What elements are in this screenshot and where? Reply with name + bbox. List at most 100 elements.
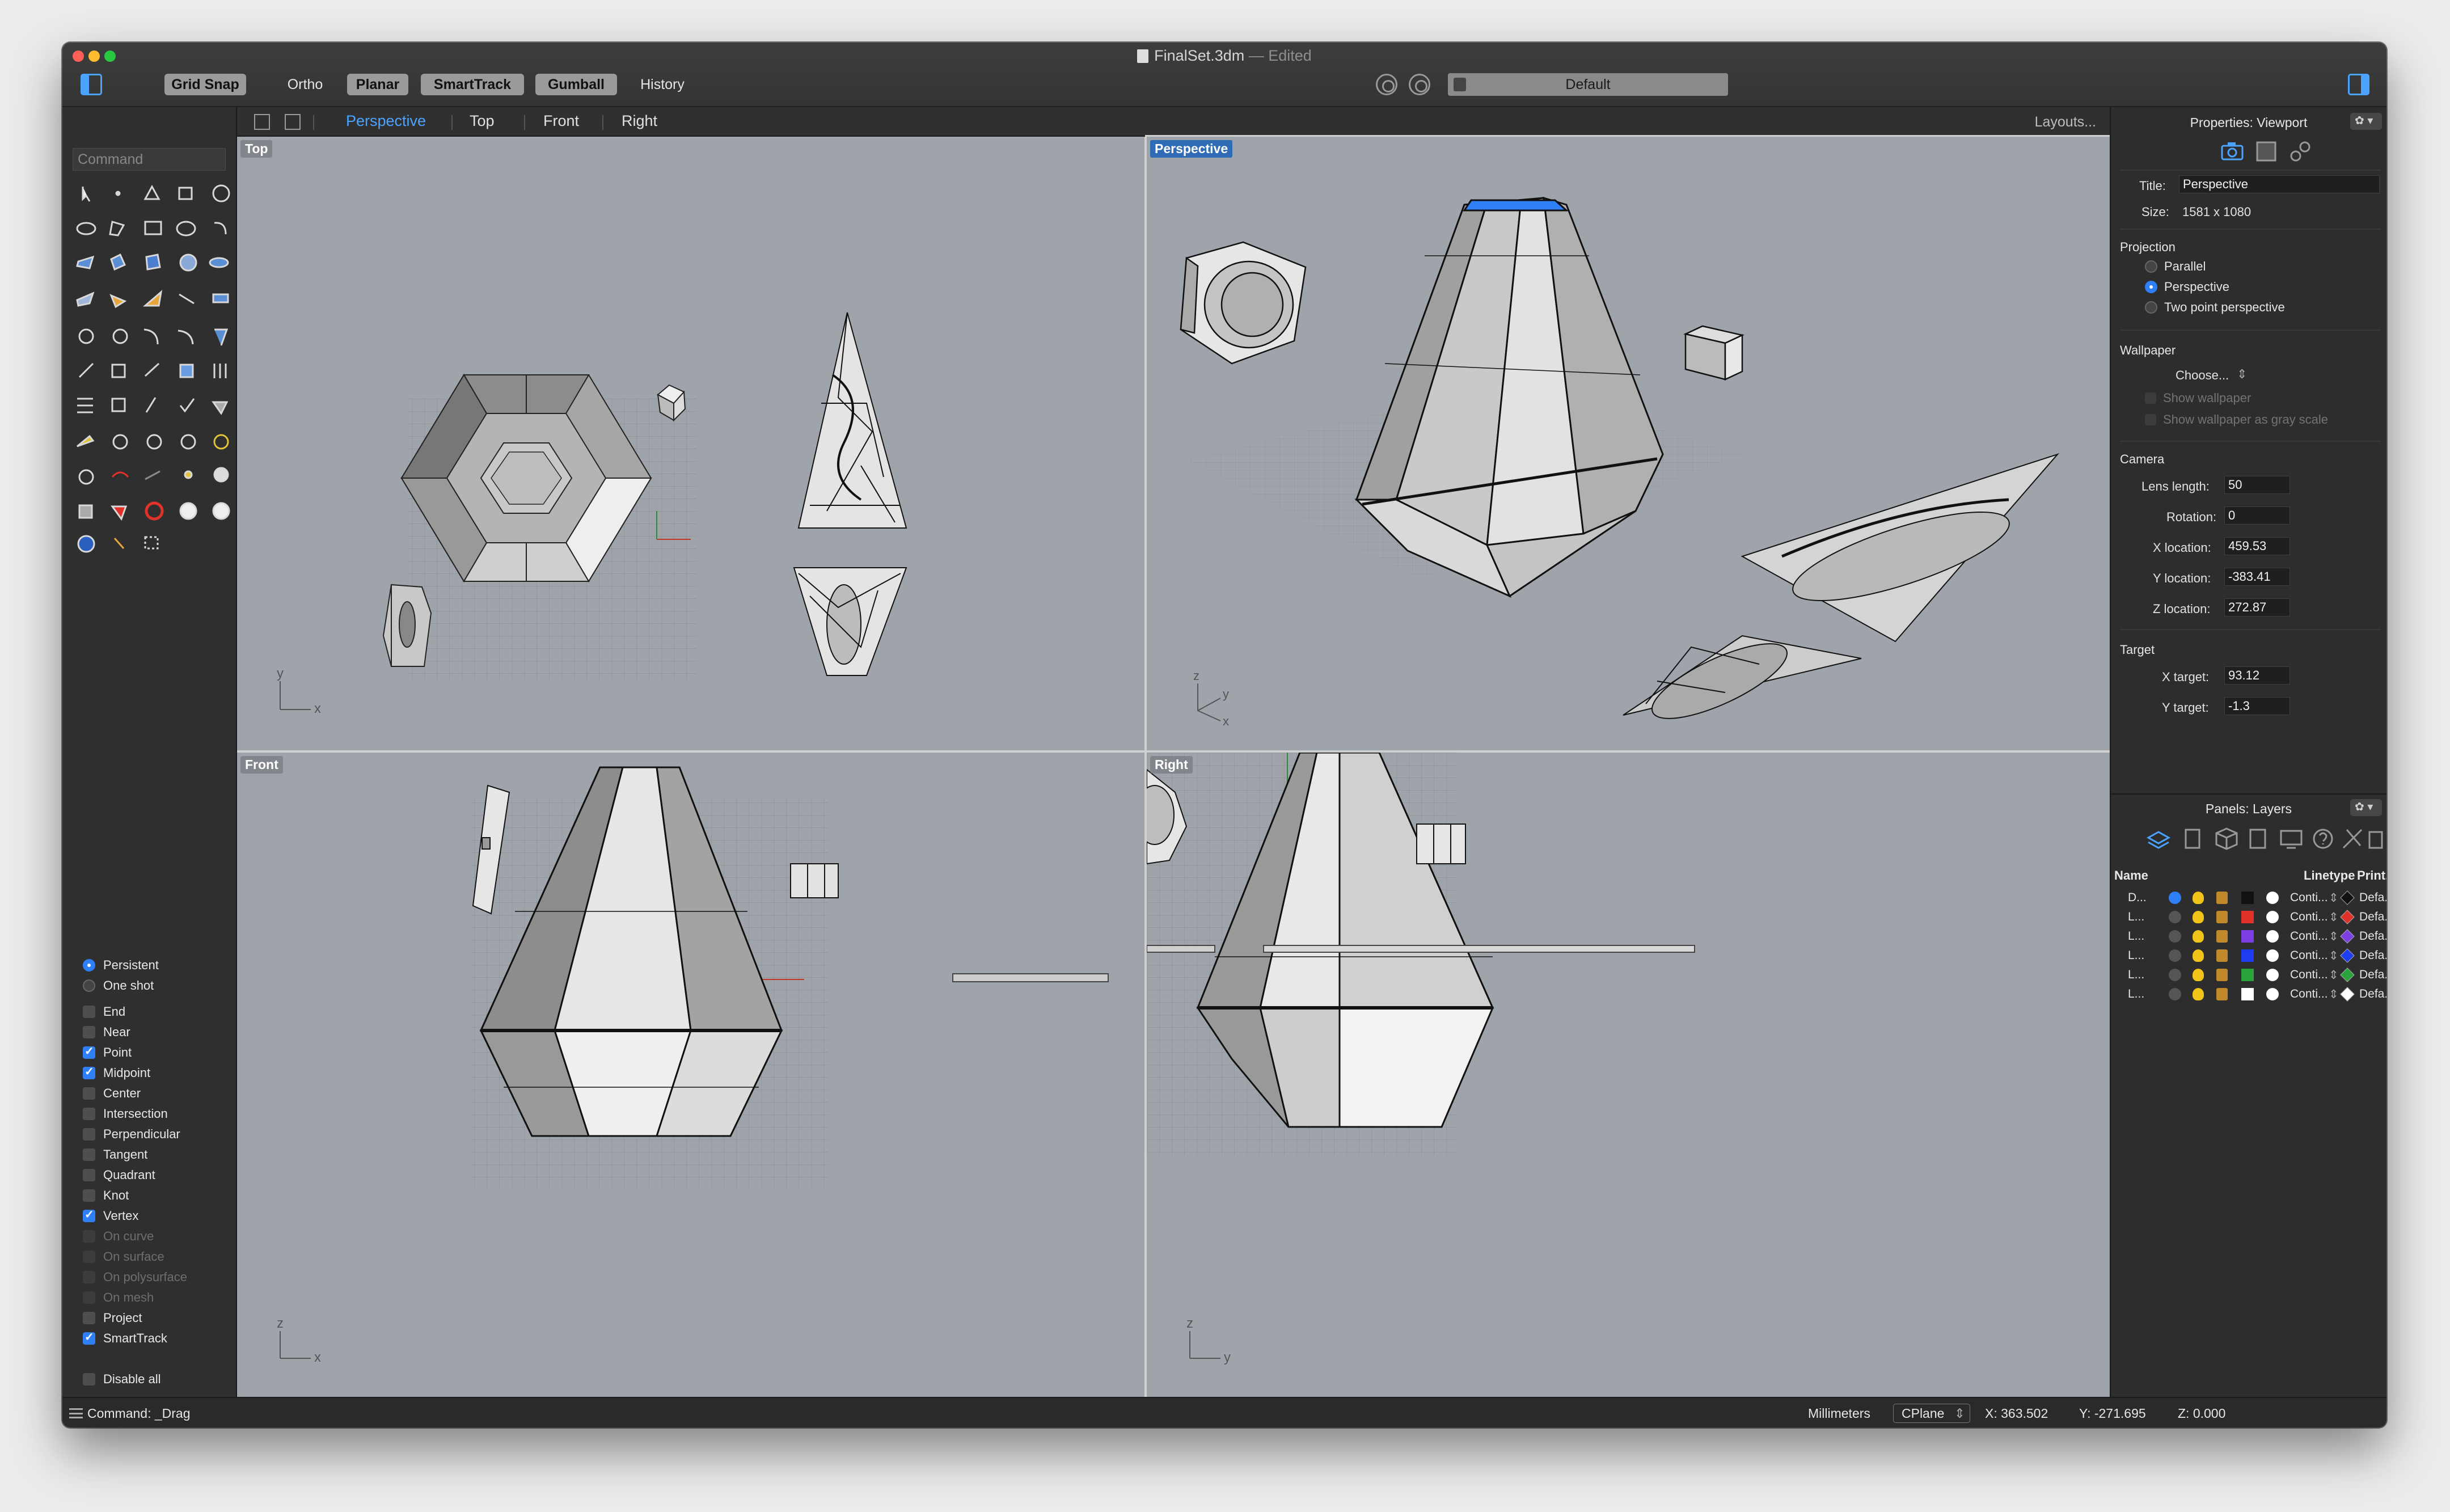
lock-icon[interactable]: [2216, 969, 2228, 981]
print-color-icon[interactable]: [2340, 910, 2355, 924]
visibility-bulb-icon[interactable]: [2193, 969, 2204, 981]
layer-name[interactable]: L...: [2128, 910, 2144, 924]
layer-name[interactable]: L...: [2128, 987, 2144, 1001]
print-color-icon[interactable]: [2340, 948, 2355, 963]
osnap-smarttrack[interactable]: SmartTrack: [83, 1330, 167, 1347]
lock-icon[interactable]: [2216, 988, 2228, 1000]
layer-row[interactable]: L... Conti...⇕ Defa...: [2114, 985, 2386, 1004]
gumball-toggle[interactable]: Gumball: [535, 74, 617, 95]
chevron-updown-icon[interactable]: ⇕: [2329, 968, 2339, 982]
visibility-bulb-icon[interactable]: [2193, 988, 2204, 1000]
grid-snap-toggle[interactable]: Grid Snap: [164, 74, 246, 95]
osnap-intersection[interactable]: Intersection: [83, 1105, 168, 1122]
lock-icon[interactable]: [2216, 930, 2228, 943]
quadrant-checkbox[interactable]: [83, 1169, 95, 1181]
current-layer-icon[interactable]: [2169, 911, 2181, 923]
print-color-icon[interactable]: [2340, 929, 2355, 944]
display-mode-select[interactable]: Default: [1448, 73, 1728, 96]
layer-print-width[interactable]: Defa...: [2359, 968, 2386, 982]
camera-icon[interactable]: [2221, 140, 2244, 163]
midpoint-checkbox[interactable]: [83, 1065, 95, 1079]
near-checkbox[interactable]: [83, 1026, 95, 1038]
material-dot-icon[interactable]: [2266, 969, 2279, 981]
visibility-bulb-icon[interactable]: [2193, 930, 2204, 943]
visibility-bulb-icon[interactable]: [2193, 911, 2204, 923]
x-target-field[interactable]: 93.12: [2224, 666, 2290, 685]
layers-col-linetype[interactable]: Linetype: [2304, 868, 2355, 883]
viewport-perspective[interactable]: z y x Perspective: [1145, 135, 2111, 752]
layouts-button[interactable]: Layouts...: [2035, 114, 2096, 130]
layer-color-swatch[interactable]: [2241, 969, 2254, 981]
material-dot-icon[interactable]: [2266, 988, 2279, 1000]
record-history-icon[interactable]: [1409, 74, 1430, 95]
layer-row[interactable]: L... Conti...⇕ Defa...: [2114, 927, 2386, 946]
left-sidebar-toggle-icon[interactable]: [81, 74, 102, 95]
current-layer-icon[interactable]: [2169, 930, 2181, 943]
display-properties-icon[interactable]: [2255, 140, 2278, 163]
smarttrack-toggle[interactable]: SmartTrack: [421, 74, 524, 95]
tab-top[interactable]: Top: [470, 112, 495, 130]
lens-length-field[interactable]: 50: [2224, 476, 2290, 494]
current-layer-icon[interactable]: [2169, 892, 2181, 904]
project-checkbox[interactable]: [83, 1312, 95, 1324]
tab-right[interactable]: Right: [622, 112, 657, 130]
single-view-layout-icon[interactable]: [285, 114, 301, 130]
layer-linetype[interactable]: Conti...: [2290, 930, 2328, 943]
layer-color-swatch[interactable]: [2241, 911, 2254, 923]
viewport-right[interactable]: z y Right: [1147, 753, 2110, 1397]
lock-icon[interactable]: [2216, 892, 2228, 904]
tool-icons-grid[interactable]: [73, 180, 231, 554]
ortho-toggle[interactable]: Ortho: [276, 74, 335, 95]
object-properties-icon[interactable]: [2289, 140, 2312, 163]
history-toggle[interactable]: History: [630, 74, 695, 95]
tab-perspective[interactable]: Perspective: [346, 112, 426, 130]
layer-color-swatch[interactable]: [2241, 949, 2254, 962]
command-history-icon[interactable]: [69, 1408, 83, 1418]
layer-row[interactable]: L... Conti...⇕ Defa...: [2114, 908, 2386, 927]
tab-front[interactable]: Front: [543, 112, 579, 130]
visibility-bulb-icon[interactable]: [2193, 949, 2204, 962]
layer-print-width[interactable]: Defa...: [2359, 910, 2386, 924]
projection-parallel[interactable]: Parallel: [2145, 259, 2206, 274]
current-layer-icon[interactable]: [2169, 969, 2181, 981]
layer-name[interactable]: L...: [2128, 930, 2144, 943]
layer-print-width[interactable]: Defa...: [2359, 949, 2386, 962]
chevron-updown-icon[interactable]: ⇕: [2329, 910, 2339, 924]
lock-icon[interactable]: [2216, 911, 2228, 923]
layer-linetype[interactable]: Conti...: [2290, 968, 2328, 982]
two-point-radio[interactable]: [2145, 301, 2157, 314]
viewport-front-label[interactable]: Front: [240, 756, 283, 774]
print-color-icon[interactable]: [2340, 987, 2355, 1002]
viewport-top[interactable]: y x Top: [237, 137, 1144, 750]
perspective-radio[interactable]: [2145, 281, 2157, 293]
layer-color-swatch[interactable]: [2241, 988, 2254, 1000]
osnap-near[interactable]: Near: [83, 1024, 130, 1041]
osnap-quadrant[interactable]: Quadrant: [83, 1167, 155, 1184]
chevron-updown-icon[interactable]: ⇕: [2329, 949, 2339, 963]
y-target-field[interactable]: -1.3: [2224, 697, 2290, 715]
knot-checkbox[interactable]: [83, 1189, 95, 1202]
wallpaper-choose-select[interactable]: Choose...: [2176, 368, 2229, 383]
material-dot-icon[interactable]: [2266, 949, 2279, 962]
layer-print-width[interactable]: Defa...: [2359, 891, 2386, 905]
tangent-checkbox[interactable]: [83, 1148, 95, 1161]
intersection-checkbox[interactable]: [83, 1108, 95, 1120]
layer-row[interactable]: L... Conti...⇕ Defa...: [2114, 966, 2386, 985]
layer-color-swatch[interactable]: [2241, 892, 2254, 904]
layer-linetype[interactable]: Conti...: [2290, 949, 2328, 962]
layers-col-name[interactable]: Name: [2114, 868, 2148, 883]
osnap-end[interactable]: End: [83, 1003, 125, 1020]
viewport-front[interactable]: z x Front: [237, 753, 1144, 1397]
panel-splitter[interactable]: [2111, 793, 2386, 795]
center-checkbox[interactable]: [83, 1087, 95, 1100]
material-dot-icon[interactable]: [2266, 930, 2279, 943]
four-view-layout-icon[interactable]: [254, 114, 270, 130]
osnap-perpendicular[interactable]: Perpendicular: [83, 1126, 180, 1143]
layer-color-swatch[interactable]: [2241, 930, 2254, 943]
y-location-field[interactable]: -383.41: [2224, 568, 2290, 586]
print-color-icon[interactable]: [2340, 968, 2355, 982]
osnap-disable-all[interactable]: Disable all: [83, 1371, 161, 1388]
osnap-one-shot[interactable]: One shot: [83, 977, 154, 994]
perpendicular-checkbox[interactable]: [83, 1128, 95, 1141]
disable-all-checkbox[interactable]: [83, 1373, 95, 1386]
